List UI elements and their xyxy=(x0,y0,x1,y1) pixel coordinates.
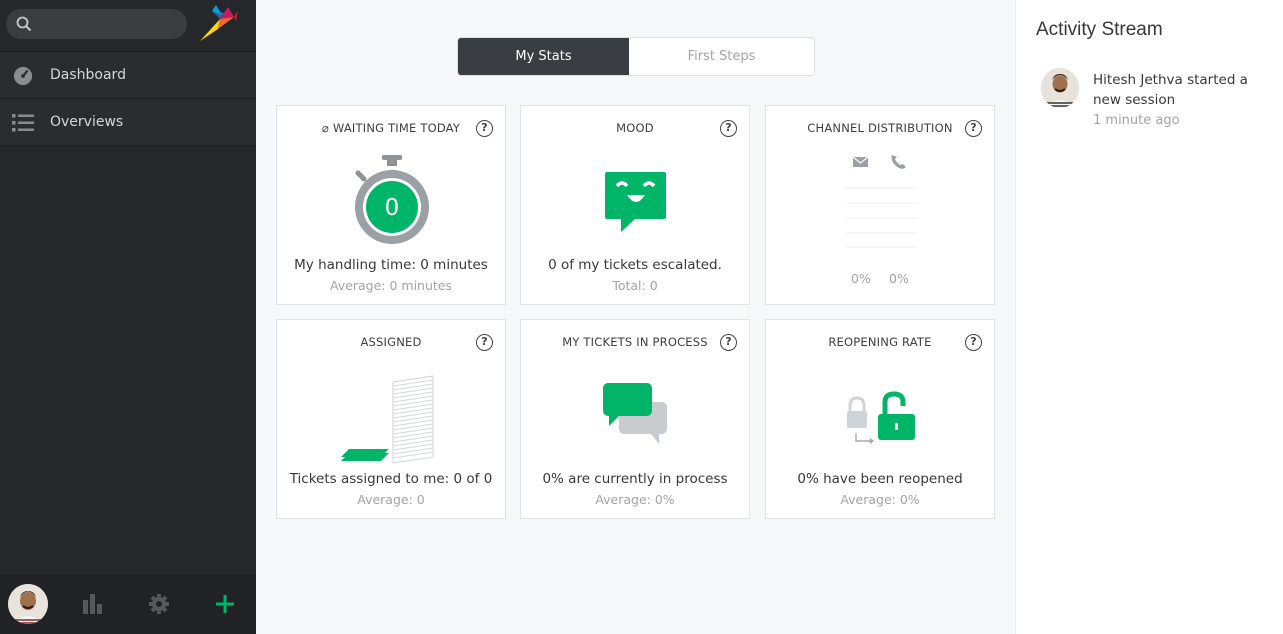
card-main-text: 0% have been reopened xyxy=(797,471,963,487)
phone-icon xyxy=(891,155,906,169)
card-sub-text: Average: 0% xyxy=(595,492,675,507)
stats-tabs: My Stats First Steps xyxy=(457,37,815,76)
nav-label-overviews: Overviews xyxy=(50,114,124,130)
activity-avatar[interactable] xyxy=(1041,68,1079,108)
dashboard-icon xyxy=(13,66,33,86)
help-icon[interactable]: ? xyxy=(720,120,737,137)
card-title: MY TICKETS IN PROCESS xyxy=(562,335,708,349)
unlock-icon xyxy=(847,391,915,444)
phone-percent: 0% xyxy=(889,271,909,286)
email-percent: 0% xyxy=(851,271,871,286)
nav-item-overviews[interactable]: Overviews xyxy=(0,98,256,146)
help-icon[interactable]: ? xyxy=(720,334,737,351)
search-box[interactable] xyxy=(6,9,187,39)
channel-chart xyxy=(845,155,917,248)
nav-label-dashboard: Dashboard xyxy=(50,67,126,83)
help-icon[interactable]: ? xyxy=(476,120,493,137)
help-icon[interactable]: ? xyxy=(965,120,982,137)
card-main-text: My handling time: 0 minutes xyxy=(294,257,488,273)
card-sub-text: Average: 0 xyxy=(357,492,425,507)
reports-icon[interactable] xyxy=(81,592,105,616)
card-title: MOOD xyxy=(616,121,654,135)
card-sub-text: Average: 0 minutes xyxy=(329,278,453,293)
card-reopening-rate: REOPENING RATE ? 0% have been reopened A… xyxy=(765,319,995,519)
card-main-text: 0 of my tickets escalated. xyxy=(548,257,722,273)
tab-my-stats[interactable]: My Stats xyxy=(458,38,629,75)
card-title: ASSIGNED xyxy=(360,335,422,349)
tab-first-steps[interactable]: First Steps xyxy=(629,38,814,75)
nav-item-dashboard[interactable]: Dashboard xyxy=(0,51,256,98)
card-assigned: ASSIGNED ? Tickets assigned to me: 0 of … xyxy=(276,319,506,519)
email-icon xyxy=(852,156,869,167)
activity-text: Hitesh Jethva started a new session xyxy=(1093,72,1248,108)
happy-chat-icon xyxy=(605,172,666,232)
card-main-text: 0% are currently in process xyxy=(542,471,728,487)
main-nav: Dashboard Overviews xyxy=(0,51,256,146)
card-waiting-time: ⌀ WAITING TIME TODAY ? 0 My handling tim… xyxy=(276,105,506,305)
settings-gear-icon[interactable] xyxy=(147,592,171,616)
chat-bubbles-icon xyxy=(603,383,667,444)
app-logo[interactable] xyxy=(198,5,240,43)
activity-time: 1 minute ago xyxy=(1093,113,1180,128)
card-channel-distribution: CHANNEL DISTRIBUTION ? 0% 0% xyxy=(765,105,995,305)
activity-stream-title: Activity Stream xyxy=(1036,19,1163,40)
dashboard-main: My Stats First Steps ⌀ WAITING TIME TODA… xyxy=(256,0,1015,634)
search-input[interactable] xyxy=(36,9,181,39)
card-main-text: Tickets assigned to me: 0 of 0 xyxy=(289,471,493,487)
card-sub-text: Average: 0% xyxy=(840,492,920,507)
card-title: ⌀ WAITING TIME TODAY xyxy=(321,121,461,135)
help-icon[interactable]: ? xyxy=(476,334,493,351)
card-tickets-in-process: MY TICKETS IN PROCESS ? 0% are currently… xyxy=(520,319,750,519)
help-icon[interactable]: ? xyxy=(965,334,982,351)
sidebar-bottom-bar xyxy=(0,574,256,634)
card-sub-text: Total: 0 xyxy=(612,278,658,293)
stopwatch-icon: 0 xyxy=(355,155,429,244)
search-icon xyxy=(16,16,32,32)
card-title: CHANNEL DISTRIBUTION xyxy=(807,121,953,135)
user-avatar[interactable] xyxy=(8,584,48,624)
ticket-stack-icon xyxy=(341,375,434,464)
add-plus-icon[interactable] xyxy=(213,592,237,616)
card-mood: MOOD ? 0 of my tickets escalated. Total:… xyxy=(520,105,750,305)
activity-stream-panel: Activity Stream Hitesh Jethva started a … xyxy=(1015,0,1283,634)
sidebar: Dashboard Overviews xyxy=(0,0,256,634)
list-icon xyxy=(12,114,34,132)
card-title: REOPENING RATE xyxy=(828,335,932,349)
waiting-time-value: 0 xyxy=(385,195,400,221)
